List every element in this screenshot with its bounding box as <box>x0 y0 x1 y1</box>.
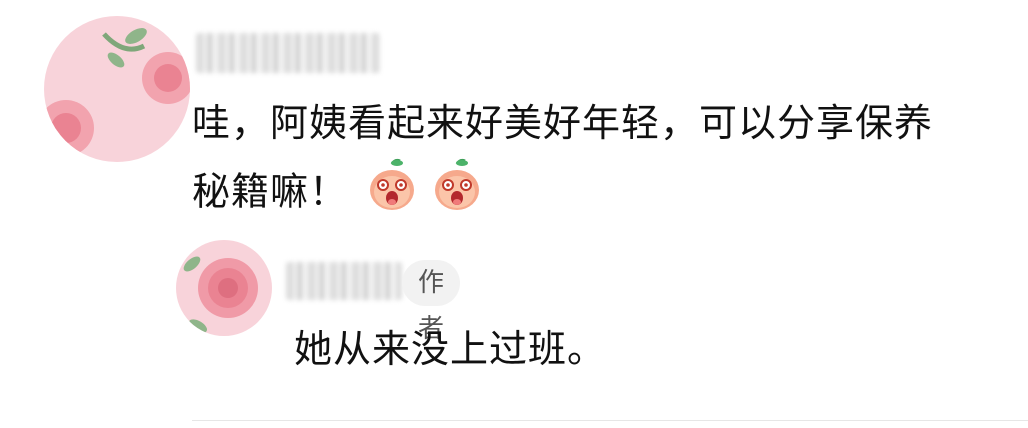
commenter-name-redacted[interactable] <box>196 33 380 73</box>
author-badge: 作者 <box>402 260 461 344</box>
comment-text-line-2-label: 秘籍嘛！ <box>192 169 349 214</box>
reply-author-name-redacted[interactable] <box>286 262 402 300</box>
commenter-avatar[interactable] <box>44 16 190 162</box>
reply-text: 她从来没上过班。 <box>294 327 607 371</box>
smiling-peach-emoji-icon <box>432 158 482 230</box>
reply-author-avatar[interactable] <box>176 240 272 336</box>
smiling-peach-emoji-icon <box>367 158 417 230</box>
comment-text-line-2: 秘籍嘛！ <box>192 158 482 230</box>
comment-divider <box>192 420 1028 421</box>
comment-text-line-1: 哇，阿姨看起来好美好年轻，可以分享保养 <box>192 101 934 145</box>
